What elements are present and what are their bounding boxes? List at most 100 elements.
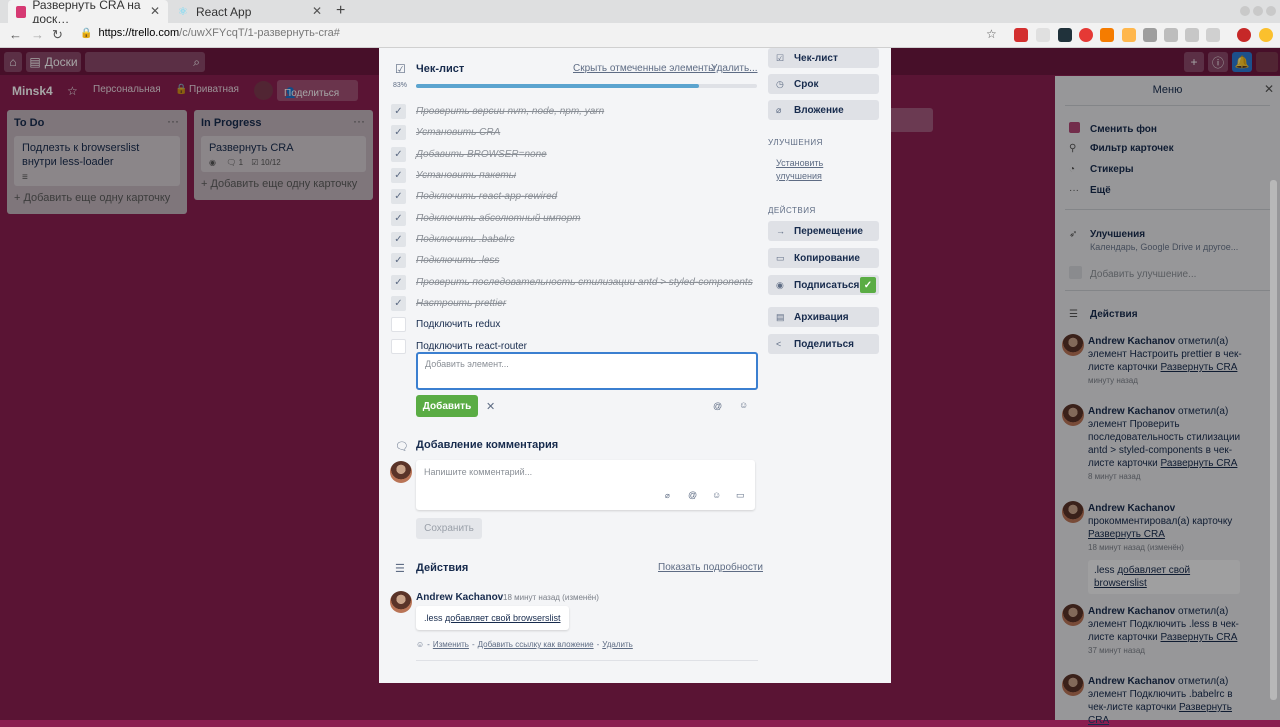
checkbox[interactable] <box>391 231 406 247</box>
checkbox[interactable] <box>391 316 406 332</box>
install-improvements-link[interactable]: Установить улучшения <box>776 157 866 183</box>
avatar[interactable] <box>1062 334 1084 356</box>
star-board-icon[interactable]: ☆ <box>67 84 78 98</box>
checklist-item-label[interactable]: Подключить .babelrc <box>416 234 514 245</box>
due-date-button[interactable]: ◷ Срок <box>768 74 879 94</box>
maximize-window-icon[interactable] <box>1253 6 1263 16</box>
checklist-item-label[interactable]: Проверить версии nvm, node, npm, yarn <box>416 106 604 117</box>
card-link[interactable]: Развернуть CRA <box>1161 362 1238 373</box>
extension-icon[interactable] <box>1185 28 1199 42</box>
list-menu-icon[interactable]: ··· <box>353 114 365 128</box>
comment-link[interactable]: добавляет свой browserslist <box>445 613 560 623</box>
extension-icon[interactable] <box>1237 28 1251 42</box>
activity-author[interactable]: Andrew Kachanov <box>1088 336 1175 347</box>
extension-icon[interactable] <box>1122 28 1136 42</box>
browser-tab-react-app[interactable]: ⚛ React App ✕ <box>170 0 330 23</box>
mention-icon[interactable]: @ <box>688 490 697 500</box>
boards-button[interactable]: ▤ Доски <box>26 52 81 72</box>
checklist-item[interactable]: Установить CRA <box>391 124 500 140</box>
address-bar[interactable]: 🔒 https://trello.com /c/uwXFYcqT/1-разве… <box>80 27 340 39</box>
create-button[interactable]: + <box>1184 52 1204 72</box>
edit-comment-button[interactable]: Изменить <box>433 640 469 649</box>
comment-input[interactable]: Напишите комментарий... <box>416 460 755 510</box>
checklist-item[interactable]: Подключить .less <box>391 252 499 268</box>
avatar[interactable] <box>1256 52 1278 72</box>
extension-icon[interactable] <box>1100 28 1114 42</box>
alert-icon[interactable] <box>1259 28 1273 42</box>
reaction-icon[interactable]: ☺ <box>416 640 424 649</box>
checklist-button[interactable]: ☑ Чек-лист <box>768 48 879 68</box>
card[interactable]: Развернуть CRA ◉ 🗨 1 ☑ 10/12 <box>201 136 366 172</box>
forward-icon[interactable]: → <box>31 27 44 42</box>
checkbox[interactable] <box>391 103 406 119</box>
checklist-item[interactable]: Подключить redux <box>391 316 500 332</box>
new-tab-button[interactable]: + <box>336 2 345 20</box>
avatar[interactable] <box>1062 501 1084 523</box>
more-button[interactable]: ··· Ещё <box>1069 185 1111 196</box>
avatar[interactable] <box>390 591 412 613</box>
close-window-icon[interactable] <box>1266 6 1276 16</box>
checklist-item[interactable]: Добавить BROWSER=none <box>391 146 547 162</box>
delete-comment-button[interactable]: Удалить <box>602 640 633 649</box>
checkbox[interactable] <box>391 338 406 354</box>
checklist-item[interactable]: Подключить react-app-rewired <box>391 188 557 204</box>
card-link[interactable]: Развернуть CRA <box>1161 632 1238 643</box>
checkbox[interactable] <box>391 210 406 226</box>
checklist-item-label[interactable]: Добавить BROWSER=none <box>416 149 547 160</box>
checkbox[interactable] <box>391 124 406 140</box>
card-icon[interactable]: ▭ <box>736 490 745 501</box>
close-menu-icon[interactable]: ✕ <box>1264 82 1274 96</box>
list-title[interactable]: In Progress <box>201 110 366 136</box>
checklist-title[interactable]: Чек-лист <box>416 63 464 75</box>
team-label[interactable]: Персональная <box>93 84 161 95</box>
checklist-item-label[interactable]: Настроить prettier <box>416 298 506 309</box>
checkbox[interactable] <box>391 167 406 183</box>
back-icon[interactable]: ← <box>9 27 22 42</box>
add-improvement-button[interactable]: Добавить улучшение... <box>1069 266 1196 282</box>
activity-author[interactable]: Andrew Kachanov <box>1088 676 1175 687</box>
checklist-item-label[interactable]: Подключить react-router <box>416 341 527 352</box>
add-card-button[interactable]: + Добавить еще одну карточку <box>201 172 366 190</box>
cancel-icon[interactable]: ✕ <box>486 400 495 413</box>
checkbox[interactable] <box>391 188 406 204</box>
card-link[interactable]: Развернуть CRA <box>1161 458 1238 469</box>
activity-author[interactable]: Andrew Kachanov <box>1088 606 1175 617</box>
visibility-label[interactable]: Приватная <box>189 84 239 95</box>
member-avatar[interactable] <box>254 81 273 100</box>
improvements-button[interactable]: ➶ Улучшения <box>1069 229 1145 240</box>
show-details-button[interactable]: Показать подробности <box>658 562 763 573</box>
board-name[interactable]: Minsk4 <box>12 84 53 98</box>
bookmark-star-icon[interactable]: ☆ <box>986 27 997 41</box>
card-link[interactable]: Развернуть CRA <box>1088 529 1165 540</box>
avatar[interactable] <box>1062 604 1084 626</box>
checklist-item[interactable]: Настроить prettier <box>391 295 506 311</box>
checklist-item-label[interactable]: Установить пакеты <box>416 170 516 181</box>
list-title[interactable]: To Do <box>14 110 180 136</box>
checklist-item[interactable]: Установить пакеты <box>391 167 516 183</box>
checklist-item-label[interactable]: Подключить абсолютный импорт <box>416 213 580 224</box>
add-item-button[interactable]: Добавить <box>416 395 478 417</box>
activity-author[interactable]: Andrew Kachanov <box>1088 406 1175 417</box>
activity-author[interactable]: Andrew Kachanov <box>1088 503 1175 514</box>
emoji-icon[interactable]: ☺ <box>739 400 748 410</box>
checklist-item-label[interactable]: Подключить .less <box>416 255 499 266</box>
checklist-item-label[interactable]: Проверить последовательность стилизации … <box>416 277 753 288</box>
extension-icon[interactable] <box>1206 28 1220 42</box>
close-tab-icon[interactable]: ✕ <box>312 4 322 18</box>
checklist-item-label[interactable]: Подключить react-app-rewired <box>416 191 557 202</box>
checklist-item-label[interactable]: Подключить redux <box>416 319 500 330</box>
add-card-button[interactable]: + Добавить еще одну карточку <box>14 186 180 204</box>
move-button[interactable]: → Перемещение <box>768 221 879 241</box>
camera-icon[interactable] <box>1143 28 1157 42</box>
checklist-item-label[interactable]: Установить CRA <box>416 127 500 138</box>
change-background-button[interactable]: Сменить фон <box>1069 122 1157 136</box>
filter-cards-button[interactable]: ⚲ Фильтр карточек <box>1069 143 1174 154</box>
stickers-button[interactable]: ◔ Стикеры <box>1069 164 1133 175</box>
move-icon[interactable] <box>1164 28 1178 42</box>
search-input[interactable]: ⌕ <box>85 52 205 72</box>
subscribe-button[interactable]: ◉ Подписаться ✓ <box>768 275 879 295</box>
checkbox[interactable] <box>391 274 406 290</box>
browser-tab-trello[interactable]: Развернуть CRA на доск… ✕ <box>8 0 168 26</box>
attachment-icon[interactable]: ⌀ <box>665 491 670 500</box>
checklist-item[interactable]: Проверить последовательность стилизации … <box>391 274 753 290</box>
